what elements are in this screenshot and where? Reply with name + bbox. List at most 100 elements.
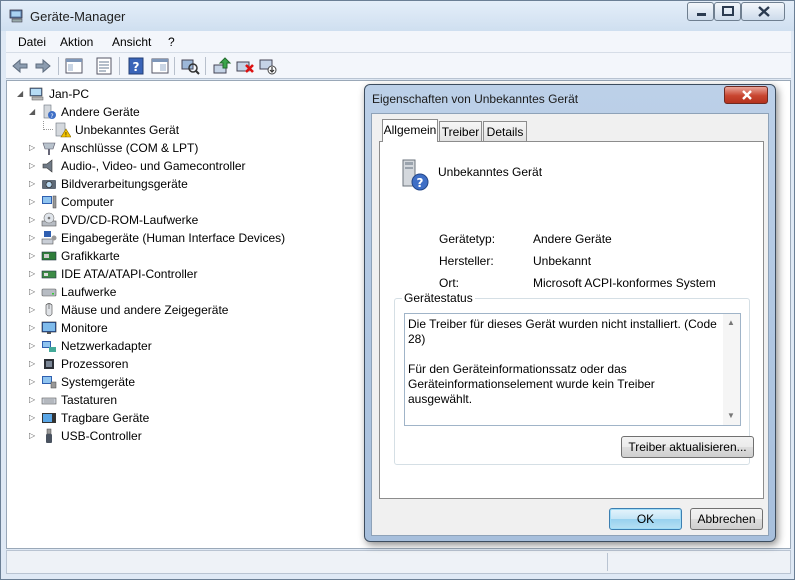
expand-arrow-icon[interactable]: ▷ [29,431,37,441]
tree-item-label: Unbekanntes Gerät [75,123,180,137]
speaker-icon [42,159,53,173]
expand-arrow-icon[interactable]: ▷ [29,305,37,315]
view-icon[interactable] [150,56,170,76]
minimize-button[interactable] [687,2,714,21]
expand-arrow-icon[interactable]: ▷ [29,359,37,369]
device-type-label: Gerätetyp: [439,232,496,246]
title-bar[interactable]: Geräte-Manager [1,1,794,31]
expand-arrow-icon[interactable]: ▷ [29,413,37,423]
expand-arrow-icon[interactable]: ▷ [29,377,37,387]
tab-details[interactable]: Details [483,121,527,141]
disable-device-icon[interactable] [258,56,278,76]
tree-category-item[interactable]: ▷ Anschlüsse (COM & LPT) [29,139,359,157]
collapse-arrow-icon[interactable]: ◢ [17,89,25,99]
tree-category-item[interactable]: ▷ IDE ATA/ATAPI-Controller [29,265,359,283]
properties-sheet-icon[interactable] [94,56,114,76]
tree-item-label: Grafikkarte [61,249,120,263]
tree-category-item[interactable]: ▷ Eingabegeräte (Human Interface Devices) [29,229,359,247]
toolbar-separator [205,57,206,75]
console-tree-icon[interactable] [64,56,84,76]
expand-arrow-icon[interactable]: ▷ [29,161,37,171]
tree-category-item[interactable]: ▷ Prozessoren [29,355,359,373]
tree-category-item[interactable]: ▷ Audio-, Video- und Gamecontroller [29,157,359,175]
expand-arrow-icon[interactable]: ▷ [29,197,37,207]
uninstall-icon[interactable] [235,56,255,76]
status-scrollbar[interactable]: ▲ ▼ [723,314,740,425]
dialog-close-button[interactable] [724,86,768,104]
maximize-button[interactable] [714,2,741,21]
svg-text:?: ? [417,176,424,190]
tab-treiber[interactable]: Treiber [439,121,482,141]
dialog-title: Eigenschaften von Unbekanntes Gerät [372,92,579,106]
tree-category-item[interactable]: ▷ Bildverarbeitungsgeräte [29,175,359,193]
device-name: Unbekanntes Gerät [438,165,543,179]
ok-button[interactable]: OK [609,508,682,530]
back-arrow-icon[interactable] [10,56,30,76]
expand-arrow-icon[interactable]: ▷ [29,215,37,225]
tree-item-label: Tastaturen [61,393,118,407]
tree-category-item[interactable]: ▷ Laufwerke [29,283,359,301]
tree-category-item[interactable]: ▷ Tastaturen [29,391,359,409]
monitor-icon [41,321,57,334]
tree-category-item[interactable]: ▷ DVD/CD-ROM-Laufwerke [29,211,359,229]
scroll-down-icon[interactable]: ▼ [727,411,735,420]
tree-category-item[interactable]: ▷ Computer [29,193,359,211]
close-button[interactable] [741,2,785,21]
scan-hardware-icon[interactable] [180,56,200,76]
tree-device-item[interactable]: ! Unbekanntes Gerät [43,121,385,139]
expand-arrow-icon[interactable]: ▷ [29,323,37,333]
tab-allgemein[interactable]: Allgemein [382,119,438,142]
properties-dialog: Eigenschaften von Unbekanntes Gerät Allg… [364,84,776,542]
update-driver-button[interactable]: Treiber aktualisieren... [621,436,754,458]
tree-root-label: Jan-PC [49,87,90,101]
expand-arrow-icon[interactable]: ▷ [29,233,37,243]
expand-arrow-icon[interactable]: ▷ [29,287,37,297]
help-icon[interactable]: ? [126,56,146,76]
computer-icon [42,195,57,209]
tree-item-label: Andere Geräte [61,105,140,119]
tree-root[interactable]: ◢ Jan-PC [17,85,137,103]
dialog-body: Allgemein Treiber Details ? Unbekanntes … [371,113,769,536]
tree-connector [43,121,53,130]
tree-item-label: Tragbare Geräte [61,411,150,425]
system-device-icon [42,376,57,389]
tree-item-label: Laufwerke [61,285,117,299]
forward-arrow-icon[interactable] [33,56,53,76]
location-value: Microsoft ACPI-konformes System [533,276,716,290]
svg-text:!: ! [65,132,67,139]
tree-category-item[interactable]: ▷ USB-Controller [29,427,359,445]
expand-arrow-icon[interactable]: ▷ [29,143,37,153]
tab-label: Allgemein [383,123,437,137]
general-tab-panel: ? Unbekanntes Gerät Gerätetyp: Andere Ge… [379,141,764,499]
tree-category-item[interactable]: ▷ Systemgeräte [29,373,359,391]
collapse-arrow-icon[interactable]: ◢ [29,107,37,117]
menu-datei[interactable]: Datei [18,35,46,49]
device-type-value: Andere Geräte [533,232,612,246]
toolbar: ? [6,53,791,79]
svg-text:?: ? [50,113,53,120]
menu-aktion[interactable]: Aktion [60,35,93,49]
cancel-button[interactable]: Abbrechen [690,508,763,530]
expand-arrow-icon[interactable]: ▷ [29,269,37,279]
toolbar-separator [174,57,175,75]
menu-ansicht[interactable]: Ansicht [112,35,151,49]
scroll-up-icon[interactable]: ▲ [727,318,735,327]
display-adapter-icon [41,251,57,261]
expand-arrow-icon[interactable]: ▷ [29,341,37,351]
tree-category-item[interactable]: ▷ Grafikkarte [29,247,359,265]
expand-arrow-icon[interactable]: ▷ [29,251,37,261]
device-manager-icon [9,9,23,23]
expand-arrow-icon[interactable]: ▷ [29,179,37,189]
computer-icon [29,87,44,101]
device-status-textbox[interactable]: Die Treiber für dieses Gerät wurden nich… [404,313,741,426]
tree-category-item[interactable]: ▷ Monitore [29,319,359,337]
tree-category-item[interactable]: ▷ Netzwerkadapter [29,337,359,355]
tree-category-item[interactable]: ▷ Tragbare Geräte [29,409,359,427]
update-driver-icon[interactable] [212,56,232,76]
menu-help[interactable]: ? [168,35,175,49]
tree-category-item[interactable]: ◢? Andere Geräte [29,103,359,121]
tree-category-item[interactable]: ▷ Mäuse und andere Zeigegeräte [29,301,359,319]
processor-icon [44,359,54,369]
expand-arrow-icon[interactable]: ▷ [29,395,37,405]
device-status-title: Gerätestatus [402,291,475,305]
